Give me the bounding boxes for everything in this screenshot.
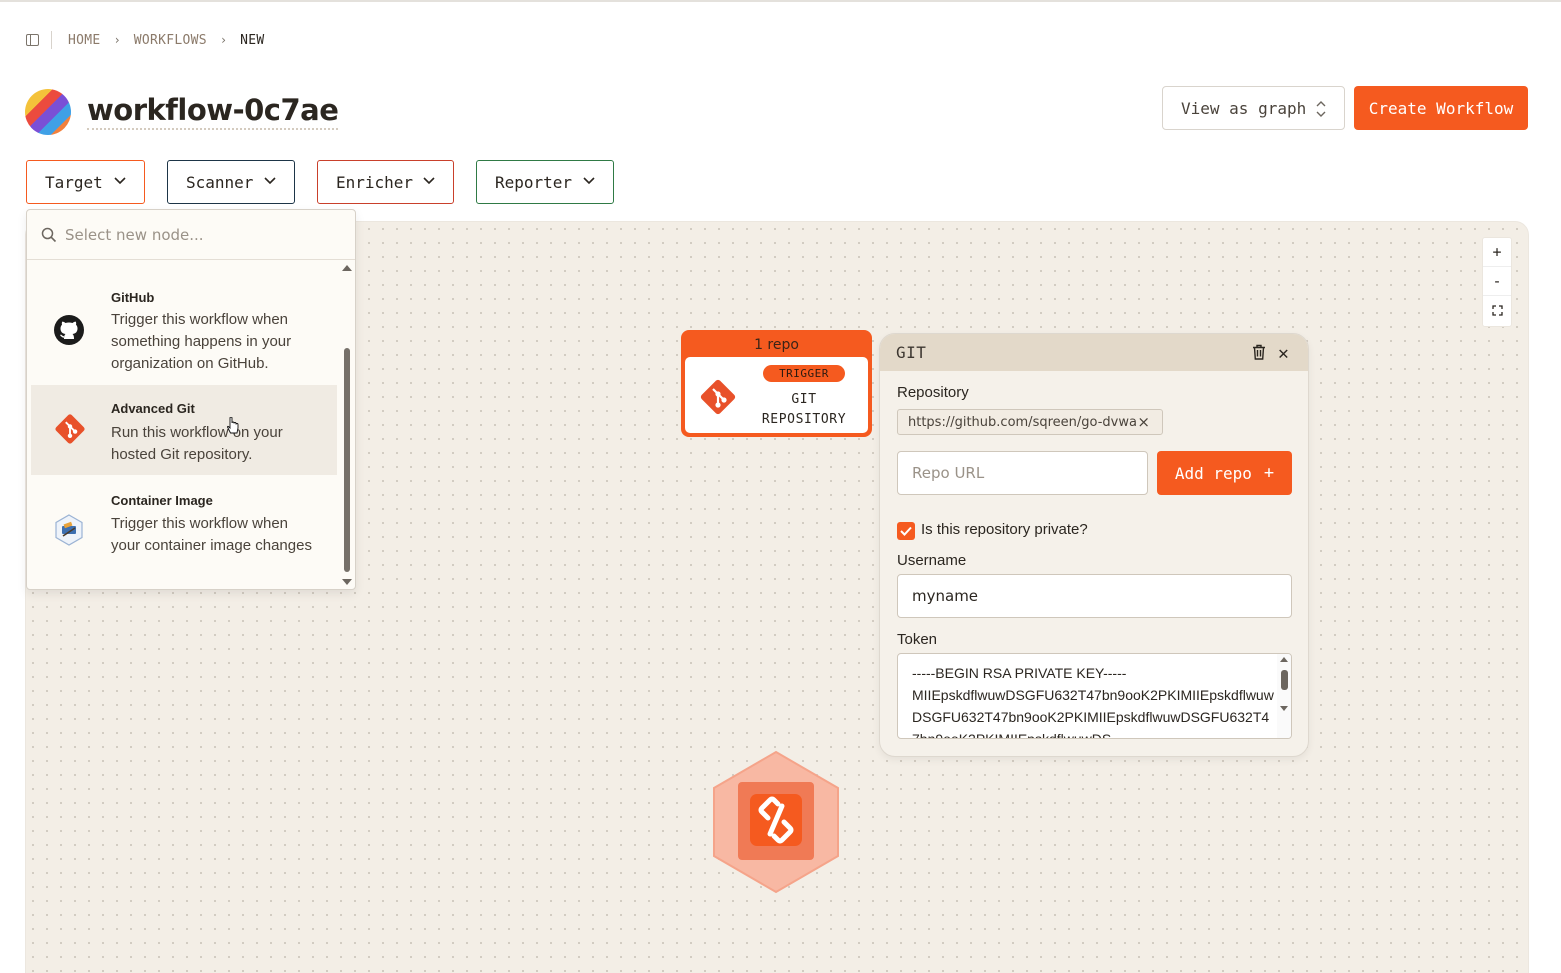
- fullscreen-icon: [1491, 305, 1503, 316]
- trigger-node-label: GIT REPOSITORY: [761, 392, 847, 427]
- chevron-down-icon: [423, 177, 435, 185]
- scroll-thumb[interactable]: [344, 348, 350, 572]
- trash-icon[interactable]: [1252, 344, 1266, 360]
- node-list-scrollbar[interactable]: [341, 262, 353, 588]
- chevron-right-icon: ›: [219, 33, 228, 47]
- sqreen-node[interactable]: [712, 750, 840, 894]
- token-text: -----BEGIN RSA PRIVATE KEY----- MIIEpskd…: [912, 665, 1274, 739]
- scanner-dropdown[interactable]: Scanner: [167, 160, 295, 204]
- private-checkbox[interactable]: [897, 522, 915, 540]
- node-option-name: Advanced Git: [111, 401, 195, 416]
- target-dropdown-label: Target: [45, 172, 103, 192]
- git-config-panel: GIT ✕ Repository https://github.com/sqre…: [879, 333, 1309, 757]
- trigger-badge: TRIGGER: [763, 365, 845, 382]
- node-search-bar: [27, 210, 355, 260]
- scroll-up-icon: [342, 265, 352, 271]
- remove-repo-icon[interactable]: ×: [1137, 413, 1150, 431]
- node-search-input[interactable]: [65, 225, 325, 244]
- view-mode-select[interactable]: View as graph: [1162, 86, 1345, 130]
- search-icon: [41, 227, 57, 242]
- fit-view-button[interactable]: [1483, 296, 1511, 325]
- checkmark-icon: [900, 526, 912, 536]
- node-selector-popup: GitHub Trigger this workflow when someth…: [26, 209, 356, 590]
- workflow-avatar: [25, 89, 71, 135]
- container-icon: [55, 514, 83, 546]
- enricher-dropdown-label: Enricher: [336, 172, 414, 192]
- chevron-down-icon: [114, 177, 126, 185]
- create-workflow-button[interactable]: Create Workflow: [1354, 86, 1528, 130]
- add-repo-label: Add repo: [1174, 463, 1252, 483]
- breadcrumb-home[interactable]: HOME: [68, 33, 101, 48]
- username-label: Username: [897, 552, 967, 569]
- node-option-advanced-git[interactable]: Advanced Git Run this workflow on your h…: [31, 385, 337, 475]
- chevron-right-icon: ›: [113, 33, 121, 47]
- repository-label: Repository: [897, 384, 969, 401]
- scanner-dropdown-label: Scanner: [186, 172, 254, 192]
- scroll-thumb[interactable]: [1281, 670, 1288, 690]
- chevron-up-down-icon: [1316, 101, 1326, 117]
- close-icon[interactable]: ✕: [1278, 343, 1289, 364]
- node-option-description: Trigger this workflow when something hap…: [111, 311, 292, 372]
- scroll-up-icon: [1280, 657, 1288, 662]
- token-label: Token: [897, 631, 938, 648]
- breadcrumb: HOME › WORKFLOWS › NEW: [26, 30, 265, 50]
- node-option-name: GitHub: [111, 290, 155, 305]
- node-option-name: Container Image: [111, 493, 213, 508]
- workflow-title[interactable]: workflow-0c7ae: [87, 93, 339, 130]
- plus-icon: +: [1263, 463, 1275, 483]
- mouse-cursor-icon: [227, 417, 239, 434]
- repo-chip-url: https://github.com/sqreen/go-dvwa: [908, 414, 1137, 430]
- panel-title: GIT: [896, 343, 927, 362]
- scroll-down-icon: [1280, 706, 1288, 711]
- breadcrumb-workflows[interactable]: WORKFLOWS: [134, 33, 207, 48]
- view-mode-label: View as graph: [1181, 98, 1307, 118]
- reporter-dropdown[interactable]: Reporter: [476, 160, 614, 204]
- zoom-in-button[interactable]: +: [1483, 238, 1511, 267]
- node-option-container-image[interactable]: Container Image Trigger this workflow wh…: [31, 478, 337, 588]
- github-icon: [54, 315, 84, 345]
- enricher-dropdown[interactable]: Enricher: [317, 160, 454, 204]
- username-field[interactable]: [897, 574, 1292, 618]
- node-option-github[interactable]: GitHub Trigger this workflow when someth…: [31, 282, 337, 382]
- sidebar-toggle-icon[interactable]: [26, 34, 39, 46]
- panel-header: GIT ✕: [880, 334, 1308, 371]
- token-scrollbar[interactable]: [1277, 654, 1291, 738]
- token-textarea[interactable]: -----BEGIN RSA PRIVATE KEY----- MIIEpskd…: [897, 653, 1292, 739]
- chevron-down-icon: [583, 177, 595, 185]
- trigger-node-body: TRIGGER GIT REPOSITORY: [685, 357, 868, 433]
- repo-chip: https://github.com/sqreen/go-dvwa ×: [897, 409, 1163, 435]
- breadcrumb-current: NEW: [240, 32, 265, 48]
- breadcrumb-divider: [51, 31, 52, 49]
- target-dropdown[interactable]: Target: [26, 160, 145, 204]
- reporter-dropdown-label: Reporter: [495, 172, 573, 192]
- private-label: Is this repository private?: [921, 521, 1088, 538]
- add-repo-button[interactable]: Add repo +: [1157, 451, 1292, 495]
- git-icon: [55, 414, 85, 444]
- git-trigger-node[interactable]: 1 repo TRIGGER GIT REPOSITORY: [681, 330, 872, 437]
- scroll-down-icon: [342, 579, 352, 585]
- top-border: [0, 0, 1561, 2]
- chevron-down-icon: [264, 177, 276, 185]
- zoom-controls: + -: [1482, 237, 1512, 327]
- zoom-out-button[interactable]: -: [1483, 267, 1511, 296]
- git-icon: [700, 379, 736, 415]
- node-option-description: Trigger this workflow when your containe…: [111, 515, 312, 554]
- repo-count: 1 repo: [754, 337, 799, 353]
- repo-url-input[interactable]: [897, 451, 1148, 495]
- node-option-description: Run this workflow on your hosted Git rep…: [111, 424, 283, 463]
